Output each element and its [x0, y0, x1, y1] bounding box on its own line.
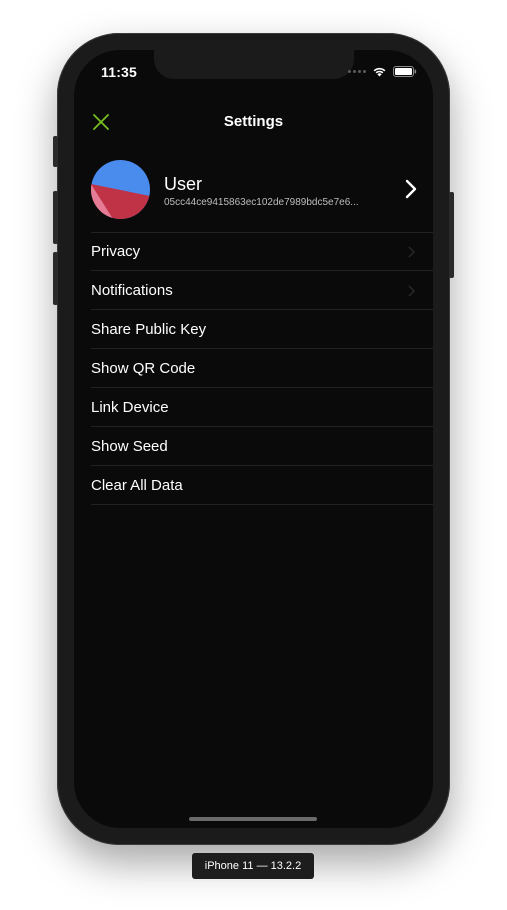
settings-item-label: Show QR Code [91, 360, 196, 377]
volume-up-button [53, 191, 58, 244]
silent-switch [53, 136, 58, 167]
device-screen: 11:35 Settings User 05cc44ce9415863ec102… [74, 50, 433, 828]
signal-icon [348, 70, 366, 73]
navigation-bar: Settings [74, 108, 433, 136]
settings-item-label: Share Public Key [91, 321, 207, 338]
profile-name: User [164, 174, 203, 194]
power-button [449, 192, 454, 278]
volume-down-button [53, 252, 58, 305]
settings-item-label: Show Seed [91, 438, 168, 455]
simulator-stage: 11:35 Settings User 05cc44ce9415863ec102… [0, 0, 507, 910]
battery-icon [393, 66, 417, 77]
settings-item-label: Clear All Data [91, 477, 183, 494]
settings-item-privacy[interactable]: Privacy [74, 232, 433, 271]
status-time: 11:35 [101, 64, 138, 80]
avatar [91, 160, 150, 219]
chevron-right-icon [408, 284, 415, 302]
profile-row[interactable]: User 05cc44ce9415863ec102de7989bdc5e7e6.… [74, 154, 433, 230]
home-indicator[interactable] [189, 817, 317, 821]
page-title: Settings [223, 113, 284, 130]
settings-item-clear-all-data[interactable]: Clear All Data [74, 466, 433, 505]
notch [154, 50, 354, 79]
settings-item-notifications[interactable]: Notifications [74, 271, 433, 310]
settings-item-label: Privacy [91, 243, 141, 260]
row-separator [91, 504, 433, 505]
settings-item-link-device[interactable]: Link Device [74, 388, 433, 427]
profile-public-key: 05cc44ce9415863ec102de7989bdc5e7e6... [164, 197, 359, 208]
settings-item-label: Link Device [91, 399, 169, 416]
status-icons [348, 66, 417, 77]
settings-item-show-qr-code[interactable]: Show QR Code [74, 349, 433, 388]
settings-item-label: Notifications [91, 282, 173, 299]
chevron-right-icon [408, 245, 415, 263]
wifi-icon [372, 66, 387, 77]
settings-item-show-seed[interactable]: Show Seed [74, 427, 433, 466]
settings-item-share-public-key[interactable]: Share Public Key [74, 310, 433, 349]
device-label: iPhone 11 — 13.2.2 [192, 853, 314, 879]
settings-list: Privacy Notifications Share Public Key S… [74, 232, 433, 505]
chevron-right-icon [405, 179, 417, 204]
